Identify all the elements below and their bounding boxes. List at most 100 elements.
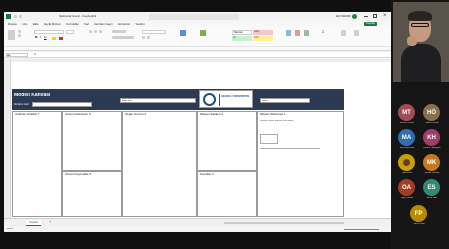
menu-tab-data[interactable]: Veri	[84, 23, 89, 26]
cut-icon[interactable]	[18, 30, 21, 33]
menu-tab-file[interactable]: Dosya	[8, 23, 17, 26]
participant-tile[interactable]: MT Merve Tülüce	[398, 104, 418, 124]
formula-bar: A1 fx	[4, 52, 391, 58]
format-cells-icon[interactable]	[304, 30, 309, 36]
menu-tab-review[interactable]: Gözden Geçir	[94, 23, 113, 26]
profile-photo	[398, 154, 415, 171]
minimize-icon[interactable]	[364, 16, 368, 17]
team-name-label: Ekip Adı:	[122, 100, 133, 102]
avatar: MK	[423, 154, 440, 171]
channels-cell[interactable]: Kanallar 4	[197, 171, 257, 217]
ribbon: B I U Normal Kötü İyi Nötr Σ	[4, 27, 391, 51]
percent-icon[interactable]	[147, 36, 150, 39]
italic-icon[interactable]: I	[40, 36, 41, 40]
close-icon[interactable]: ×	[383, 13, 387, 19]
menu-tab-help[interactable]: Yardım	[135, 23, 144, 26]
style-bad[interactable]: Kötü	[253, 30, 273, 35]
paste-icon[interactable]	[8, 30, 15, 40]
align-center-icon[interactable]	[94, 30, 97, 33]
insert-cells-icon[interactable]	[286, 30, 291, 36]
participant-name: Merve Tülüce	[400, 122, 414, 124]
customer-segments-cell[interactable]: Müşteri Bölümleri 1 Kullanıcı profili bi…	[257, 111, 344, 217]
fill-color-icon[interactable]	[52, 37, 56, 40]
channels-label: Kanallar 4	[200, 173, 214, 176]
participant-tile[interactable]: MK Melike Karaca	[423, 154, 443, 174]
logo-divider	[219, 94, 220, 106]
segment-input-box[interactable]	[260, 134, 278, 144]
zoom-slider[interactable]	[344, 228, 379, 230]
logo-box: ANADOLU ÜNİVERSİTESİ	[199, 90, 253, 108]
style-neutral[interactable]: Nötr	[253, 36, 273, 41]
spreadsheet-grid[interactable]: Modeli Kanvası Girişim Adı: Ekip Adı: AN…	[4, 59, 391, 218]
key-resources-cell[interactable]: Önemli Kaynaklar 5	[62, 171, 122, 217]
find-select-icon[interactable]	[354, 30, 359, 36]
horizontal-scrollbar[interactable]	[224, 222, 344, 224]
menu-tab-formulas[interactable]: Formüller	[66, 23, 79, 26]
participant-tile[interactable]: ES Emre Sarı	[423, 179, 443, 199]
underline-icon[interactable]: U	[44, 36, 47, 40]
format-table-icon[interactable]	[200, 30, 206, 36]
currency-icon[interactable]	[142, 36, 145, 39]
menu-tab-home[interactable]: Giriş	[22, 23, 28, 26]
status-bar: Hazır	[4, 226, 391, 232]
participant-tile[interactable]: HÖ Hatice Özkan	[423, 104, 443, 124]
excel-logo-icon	[6, 14, 11, 19]
person-icon	[403, 159, 410, 166]
team-name-input[interactable]: Ekip Adı:	[120, 98, 196, 103]
merge-center-icon[interactable]	[112, 36, 134, 39]
search-box[interactable]	[149, 13, 239, 20]
style-normal[interactable]: Normal	[232, 30, 252, 35]
name-box[interactable]: A1	[6, 53, 28, 57]
value-props-cell[interactable]: Değer Önerisi 2	[122, 111, 197, 217]
save-icon[interactable]	[14, 15, 17, 18]
key-activities-cell[interactable]: Önemli Aktiviteler 6	[62, 111, 122, 171]
font-name-select[interactable]	[34, 30, 64, 34]
value-props-label: Değer Önerisi 2	[125, 113, 147, 116]
style-good[interactable]: İyi	[232, 36, 252, 41]
participant-name: Fatih Polat	[413, 223, 425, 225]
delete-cells-icon[interactable]	[295, 30, 300, 36]
participant-tile[interactable]: OA Oğuz Arslan	[398, 179, 418, 199]
avatar: HÖ	[423, 104, 440, 121]
subtitle-input[interactable]	[32, 102, 92, 107]
avatar: MT	[398, 104, 415, 121]
share-button[interactable]: Paylaş	[364, 21, 378, 26]
maximize-icon[interactable]	[373, 14, 377, 18]
undo-icon[interactable]	[19, 15, 22, 18]
menu-tab-view[interactable]: Görünüm	[118, 23, 131, 26]
customer-segments-label: Müşteri Bölümleri 1	[260, 113, 286, 116]
participant-tile[interactable]: Nazli Eren	[398, 154, 418, 174]
participant-tile[interactable]: MA Mehmet Aslan	[398, 129, 418, 149]
participant-name: Oğuz Arslan	[400, 197, 414, 199]
date-input[interactable]: Tarih:	[260, 98, 310, 103]
bold-icon[interactable]: B	[35, 36, 38, 40]
menu-tab-page-layout[interactable]: Sayfa Düzeni	[44, 23, 62, 26]
participant-tile[interactable]: FP Fatih Polat	[410, 205, 430, 225]
autosum-icon[interactable]: Σ	[322, 30, 324, 34]
cell-styles-gallery[interactable]: Normal Kötü İyi Nötr	[232, 30, 273, 41]
participant-name: Mehmet Aslan	[399, 147, 415, 149]
active-speaker-video[interactable]	[393, 2, 449, 82]
participant-name: Kerem Hatipoğlu	[423, 147, 441, 149]
participant-tile[interactable]: KH Kerem Hatipoğlu	[423, 129, 443, 149]
participant-name: Nazli Eren	[401, 172, 413, 174]
wrap-text-icon[interactable]	[112, 30, 126, 33]
date-label: Tarih:	[262, 100, 269, 102]
menu-tab-insert[interactable]: Ekle	[33, 23, 39, 26]
user-avatar[interactable]	[352, 14, 357, 19]
conditional-format-icon[interactable]	[180, 30, 186, 36]
font-size-select[interactable]	[66, 30, 74, 34]
key-partners-cell[interactable]: Anahtar Ortaklar 7	[12, 111, 62, 217]
copy-icon[interactable]	[18, 34, 21, 37]
add-sheet-icon[interactable]: +	[49, 220, 51, 224]
formula-input[interactable]	[42, 53, 387, 57]
align-right-icon[interactable]	[99, 30, 102, 33]
align-left-icon[interactable]	[89, 30, 92, 33]
font-color-icon[interactable]	[59, 37, 63, 40]
customer-relationships-cell[interactable]: Müşteri İlişkileri 3	[197, 111, 257, 171]
status-text: Hazır	[7, 227, 14, 230]
sort-filter-icon[interactable]	[341, 30, 346, 36]
avatar: KH	[423, 129, 440, 146]
number-format-select[interactable]	[142, 30, 166, 34]
row-headers	[4, 59, 11, 218]
